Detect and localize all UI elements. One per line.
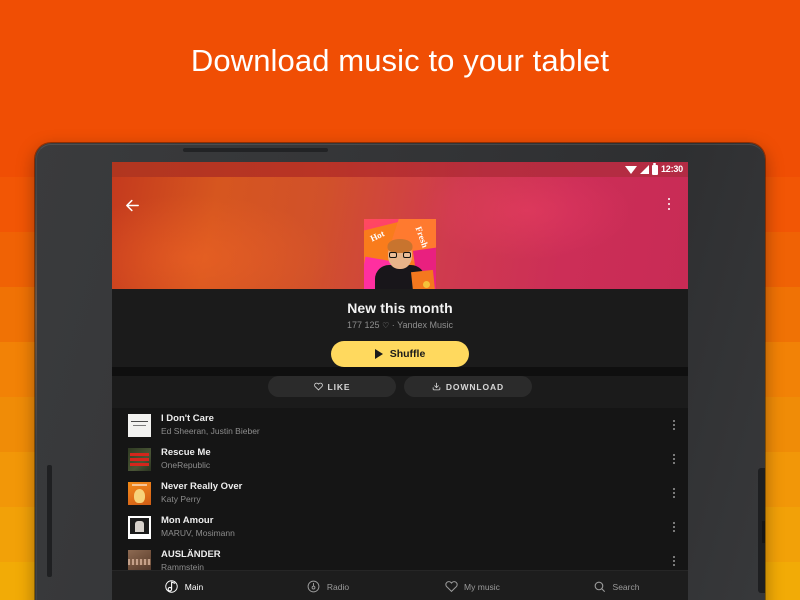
download-icon	[432, 382, 441, 391]
status-bar: 12:30	[112, 162, 688, 177]
playlist-cover-art: Hot Fresh	[364, 219, 436, 289]
track-overflow-menu-icon[interactable]	[666, 446, 682, 472]
track-artwork	[128, 481, 151, 505]
track-title: Rescue Me	[161, 447, 211, 458]
shuffle-row: Shuffle	[112, 341, 688, 367]
track-artwork	[128, 413, 151, 437]
playlist-banner: Hot Fresh	[112, 177, 688, 289]
track-overflow-menu-icon[interactable]	[666, 480, 682, 506]
nav-item-my-music[interactable]: My music	[400, 580, 544, 594]
port-right	[762, 521, 765, 543]
heart-icon	[313, 382, 323, 391]
track-title: Mon Amour	[161, 515, 214, 526]
radio-icon	[307, 580, 321, 594]
shuffle-button-label: Shuffle	[389, 348, 426, 360]
nav-item-main[interactable]: Main	[112, 580, 256, 594]
nav-item-search[interactable]: Search	[544, 580, 688, 594]
track-title: Never Really Over	[161, 481, 243, 492]
playlist-owner: Yandex Music	[397, 320, 453, 330]
battery-icon	[651, 162, 658, 175]
wifi-icon	[624, 165, 637, 174]
playlist-actions: LIKE DOWNLOAD	[112, 376, 688, 408]
bezel-edge-glow	[35, 183, 37, 443]
heart-icon	[444, 580, 458, 594]
status-bar-clock: 12:30	[660, 164, 683, 174]
promo-headline: Download music to your tablet	[190, 43, 610, 78]
track-artwork	[128, 515, 151, 539]
nav-item-radio[interactable]: Radio	[256, 580, 400, 594]
track-overflow-menu-icon[interactable]	[666, 412, 682, 438]
track-list: I Don't Care Ed Sheeran, Justin Bieber Res…	[112, 408, 688, 578]
banner-overflow-menu-icon[interactable]	[661, 195, 677, 213]
track-row[interactable]: Rescue Me OneRepublic	[112, 442, 688, 476]
heart-glyph: ♡	[382, 321, 390, 330]
back-arrow-icon[interactable]	[122, 195, 142, 215]
playlist-meta: New this month 177 125 ♡ · Yandex Music …	[112, 289, 688, 367]
download-button-label: DOWNLOAD	[445, 381, 505, 392]
main-icon	[165, 580, 179, 594]
separator: ·	[391, 320, 395, 330]
track-text: Never Really Over Katy Perry	[161, 481, 666, 505]
track-artist: Ed Sheeran, Justin Bieber	[161, 426, 260, 436]
page-title: New this month	[347, 300, 453, 316]
download-button[interactable]: DOWNLOAD	[404, 376, 532, 397]
track-row[interactable]: Mon Amour MARUV, Mosimann	[112, 510, 688, 544]
track-text: Rescue Me OneRepublic	[161, 447, 666, 471]
track-text: I Don't Care Ed Sheeran, Justin Bieber	[161, 413, 666, 437]
shuffle-button[interactable]: Shuffle	[331, 341, 469, 367]
track-title: I Don't Care	[161, 413, 214, 424]
track-row[interactable]: I Don't Care Ed Sheeran, Justin Bieber	[112, 408, 688, 442]
like-count: 177 125	[347, 320, 380, 330]
like-button-label: LIKE	[327, 381, 351, 392]
track-artist: OneRepublic	[161, 460, 211, 470]
track-overflow-menu-icon[interactable]	[666, 514, 682, 540]
bottom-navigation: Main Radio My music Search	[112, 570, 688, 600]
track-artist: MARUV, Mosimann	[161, 528, 235, 538]
track-title: AUSLÄNDER	[161, 549, 221, 560]
playlist-subtitle: 177 125 ♡ · Yandex Music	[112, 320, 688, 330]
play-icon	[374, 349, 383, 359]
signal-icon	[639, 165, 649, 174]
nav-item-label: Search	[612, 581, 640, 592]
track-artwork	[128, 447, 151, 471]
nav-item-label: Main	[184, 581, 204, 592]
track-artist: Katy Perry	[161, 494, 201, 504]
speaker-grille	[183, 148, 328, 152]
screenshot-root: Download music to your tablet 12:30 Hot …	[0, 0, 800, 600]
volume-button-left[interactable]	[47, 465, 52, 577]
track-row[interactable]: Never Really Over Katy Perry	[112, 476, 688, 510]
tablet-screen: 12:30 Hot Fresh New this month 177 125 ♡…	[112, 162, 688, 600]
tablet-device: 12:30 Hot Fresh New this month 177 125 ♡…	[35, 143, 765, 600]
nav-item-label: Radio	[326, 581, 350, 592]
like-button[interactable]: LIKE	[268, 376, 396, 397]
search-icon	[593, 580, 607, 594]
nav-item-label: My music	[464, 581, 500, 592]
track-text: Mon Amour MARUV, Mosimann	[161, 515, 666, 539]
